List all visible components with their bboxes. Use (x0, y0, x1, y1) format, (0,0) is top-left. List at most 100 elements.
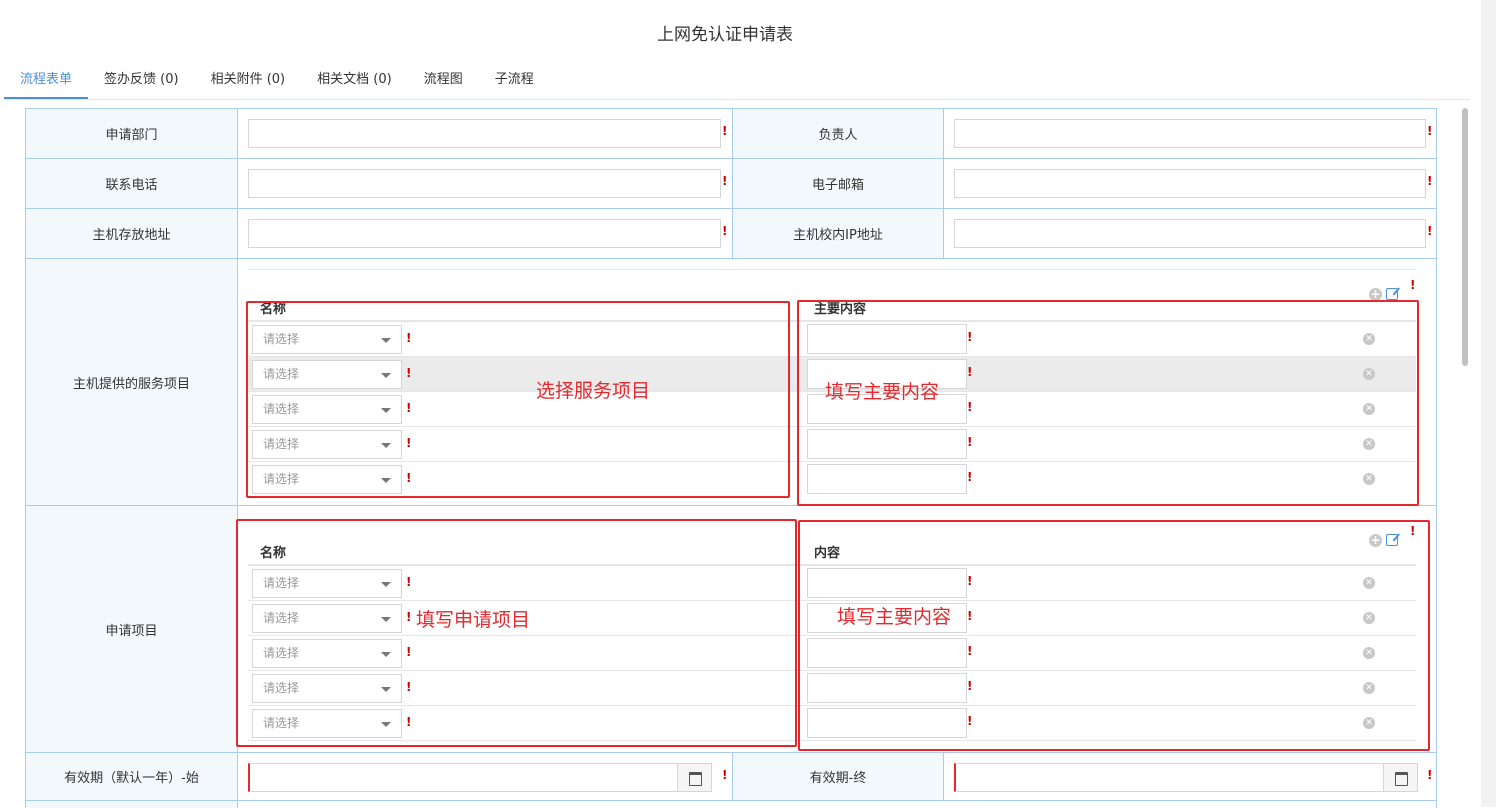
annotation-fill-apply: 填写申请项目 (416, 609, 531, 631)
calendar-icon[interactable] (1383, 764, 1417, 791)
dept-input[interactable] (248, 119, 721, 148)
tab-feedback[interactable]: 签办反馈 (0) (88, 66, 195, 99)
edit-icon[interactable] (1386, 288, 1398, 300)
chevron-down-icon (381, 617, 391, 622)
required-mark: ! (967, 644, 973, 658)
required-mark: ! (406, 401, 412, 415)
form-scrollbar[interactable] (1462, 108, 1468, 366)
table-row: 请选择 ! ! ✕ (248, 566, 1416, 601)
required-mark: ! (967, 574, 973, 588)
host-ip-input[interactable] (954, 219, 1426, 248)
required-mark: ! (722, 768, 728, 782)
required-mark: ! (406, 331, 412, 345)
valid-to-date-input[interactable] (954, 763, 1418, 792)
apply-col-content: 内容 (814, 546, 841, 561)
table-row: 请选择 ! ! ✕ (248, 671, 1416, 706)
service-select[interactable]: 请选择 (252, 325, 402, 354)
calendar-icon[interactable] (677, 764, 711, 791)
apply-header: 名称 内容 + ! (248, 514, 1416, 566)
valid-from-label: 有效期（默认一年）-始 (26, 753, 238, 800)
content-input[interactable] (807, 429, 967, 459)
table-row: 请选择 ! ! ✕ (248, 427, 1416, 462)
tab-flowchart[interactable]: 流程图 (408, 66, 479, 99)
apply-select[interactable]: 请选择 (252, 709, 402, 738)
add-row-icon[interactable]: + (1369, 534, 1382, 547)
content-input[interactable] (807, 568, 967, 598)
required-mark: ! (1427, 224, 1433, 238)
annotation-fill-content: 填写主要内容 (825, 381, 940, 403)
apply-select[interactable]: 请选择 (252, 569, 402, 598)
services-label: 主机提供的服务项目 (26, 259, 238, 505)
delete-row-icon[interactable]: ✕ (1363, 368, 1375, 380)
required-mark: ! (1410, 524, 1416, 538)
content-input[interactable] (807, 673, 967, 703)
content-input[interactable] (807, 638, 967, 668)
dept-label: 申请部门 (26, 109, 238, 158)
required-mark: ! (967, 365, 973, 379)
table-row: 请选择 ! ! ✕ (248, 706, 1416, 741)
host-address-input[interactable] (248, 219, 721, 248)
chevron-down-icon (381, 722, 391, 727)
required-mark: ! (406, 471, 412, 485)
owner-label: 负责人 (732, 109, 944, 158)
tab-process-form[interactable]: 流程表单 (4, 66, 89, 99)
service-select[interactable]: 请选择 (252, 430, 402, 459)
email-input[interactable] (954, 169, 1426, 198)
content-input[interactable] (807, 464, 967, 494)
content-input[interactable] (807, 324, 967, 354)
chevron-down-icon (381, 687, 391, 692)
delete-row-icon[interactable]: ✕ (1363, 717, 1375, 729)
tab-attachments[interactable]: 相关附件 (0) (195, 66, 302, 99)
valid-from-date-input[interactable] (248, 763, 712, 792)
required-mark: ! (722, 224, 728, 238)
required-mark: ! (967, 435, 973, 449)
phone-input[interactable] (248, 169, 721, 198)
required-mark: ! (967, 330, 973, 344)
required-mark: ! (406, 680, 412, 694)
apply-select[interactable]: 请选择 (252, 604, 402, 633)
apply-subtable: 名称 内容 + ! 请选择 ! ! ✕ 请选择 ! ! ✕ 请选择 ! ! ✕ … (248, 514, 1416, 754)
delete-row-icon[interactable]: ✕ (1363, 612, 1375, 624)
page-scrollbar[interactable] (1481, 0, 1496, 807)
service-select[interactable]: 请选择 (252, 395, 402, 424)
chevron-down-icon (381, 338, 391, 343)
phone-label: 联系电话 (26, 159, 238, 208)
edit-icon[interactable] (1386, 534, 1398, 546)
form-row-dept: 申请部门 ! 负责人 ! (26, 109, 1436, 159)
required-mark: ! (722, 174, 728, 188)
form-row-phone: 联系电话 ! 电子邮箱 ! (26, 159, 1436, 209)
required-mark: ! (406, 610, 412, 624)
required-mark: ! (406, 575, 412, 589)
required-mark: ! (967, 609, 973, 623)
tab-documents[interactable]: 相关文档 (0) (301, 66, 408, 99)
delete-row-icon[interactable]: ✕ (1363, 473, 1375, 485)
valid-to-label: 有效期-终 (732, 753, 944, 800)
delete-row-icon[interactable]: ✕ (1363, 333, 1375, 345)
chevron-down-icon (381, 652, 391, 657)
chevron-down-icon (381, 408, 391, 413)
add-row-icon[interactable]: + (1369, 288, 1382, 301)
required-mark: ! (1427, 174, 1433, 188)
table-row: 请选择 ! ! ✕ (248, 636, 1416, 671)
tab-subprocess[interactable]: 子流程 (479, 66, 550, 99)
required-mark: ! (406, 436, 412, 450)
owner-input[interactable] (954, 119, 1426, 148)
apply-select[interactable]: 请选择 (252, 639, 402, 668)
required-mark: ! (722, 124, 728, 138)
service-select[interactable]: 请选择 (252, 465, 402, 494)
annotation-fill-content-2: 填写主要内容 (837, 606, 952, 628)
chevron-down-icon (381, 443, 391, 448)
delete-row-icon[interactable]: ✕ (1363, 403, 1375, 415)
delete-row-icon[interactable]: ✕ (1363, 682, 1375, 694)
required-mark: ! (1427, 124, 1433, 138)
apply-select[interactable]: 请选择 (252, 674, 402, 703)
delete-row-icon[interactable]: ✕ (1363, 647, 1375, 659)
delete-row-icon[interactable]: ✕ (1363, 438, 1375, 450)
service-select[interactable]: 请选择 (252, 360, 402, 389)
content-input[interactable] (807, 708, 967, 738)
delete-row-icon[interactable]: ✕ (1363, 577, 1375, 589)
apply-items-label: 申请项目 (26, 506, 238, 752)
annotation-select-services: 选择服务项目 (536, 380, 651, 402)
required-mark: ! (967, 400, 973, 414)
table-row: 请选择 ! ! ✕ (248, 462, 1416, 497)
